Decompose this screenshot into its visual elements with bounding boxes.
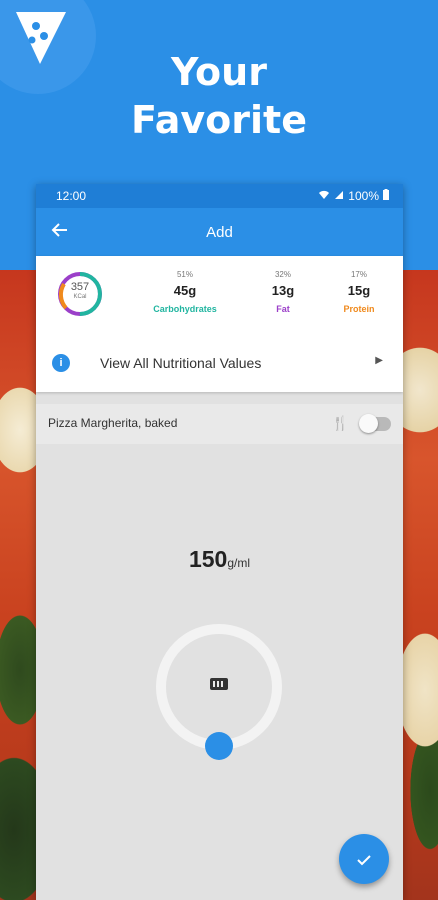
status-icons: 100% bbox=[318, 189, 389, 203]
battery-text: 100% bbox=[348, 189, 379, 203]
kcal-value: 357 bbox=[70, 281, 90, 293]
keyboard-icon[interactable] bbox=[210, 678, 228, 690]
status-bar: 12:00 100% bbox=[36, 184, 403, 208]
food-item-row: Pizza Margherita, baked 🍴 bbox=[36, 404, 403, 444]
amount-unit: g/ml bbox=[227, 556, 251, 570]
info-icon: i bbox=[52, 354, 70, 372]
hero-title-line2: Favorite bbox=[131, 98, 307, 142]
macro-name: Protein bbox=[343, 304, 375, 314]
macro-carbohydrates: 51% 45g Carbohydrates bbox=[140, 270, 230, 316]
hero-title-line1: Your bbox=[171, 50, 267, 94]
hero-title: Your Favorite bbox=[0, 48, 438, 144]
view-all-nutritional-values-button[interactable]: i View All Nutritional Values ▶ bbox=[36, 344, 403, 384]
macro-protein: 17% 15g Protein bbox=[314, 270, 403, 316]
view-all-label: View All Nutritional Values bbox=[100, 355, 262, 371]
calorie-value: 357 KCal bbox=[56, 282, 104, 301]
food-name: Pizza Margherita, baked bbox=[48, 416, 178, 430]
kcal-unit: KCal bbox=[73, 294, 87, 300]
signal-icon bbox=[334, 189, 344, 203]
macro-grams: 15g bbox=[347, 283, 371, 298]
macro-percent: 51% bbox=[176, 270, 193, 279]
macro-grams: 45g bbox=[173, 283, 197, 298]
cutlery-icon[interactable]: 🍴 bbox=[332, 415, 349, 432]
amount-value: 150 bbox=[188, 546, 228, 572]
wifi-icon bbox=[318, 189, 330, 203]
check-icon bbox=[357, 855, 371, 866]
chevron-right-icon: ▶ bbox=[375, 355, 383, 366]
macro-name: Carbohydrates bbox=[153, 304, 217, 314]
back-arrow-icon[interactable] bbox=[50, 220, 74, 244]
nutrition-summary-card: 357 KCal 51% 45g Carbohydrates 32% 13g F… bbox=[36, 256, 403, 392]
app-bar-title: Add bbox=[206, 223, 233, 241]
amount-display: 150g/ml bbox=[36, 546, 403, 573]
macro-percent: 17% bbox=[350, 270, 367, 279]
status-time: 12:00 bbox=[56, 189, 87, 203]
phone-screen: 12:00 100% Add 357 KCal 51% 45g Carbohyd… bbox=[36, 184, 403, 900]
toggle-knob bbox=[359, 414, 378, 433]
confirm-button[interactable] bbox=[339, 834, 389, 884]
app-bar: Add bbox=[36, 208, 403, 256]
battery-icon bbox=[383, 189, 389, 203]
dial-handle[interactable] bbox=[205, 732, 233, 760]
serving-toggle[interactable] bbox=[359, 414, 391, 433]
